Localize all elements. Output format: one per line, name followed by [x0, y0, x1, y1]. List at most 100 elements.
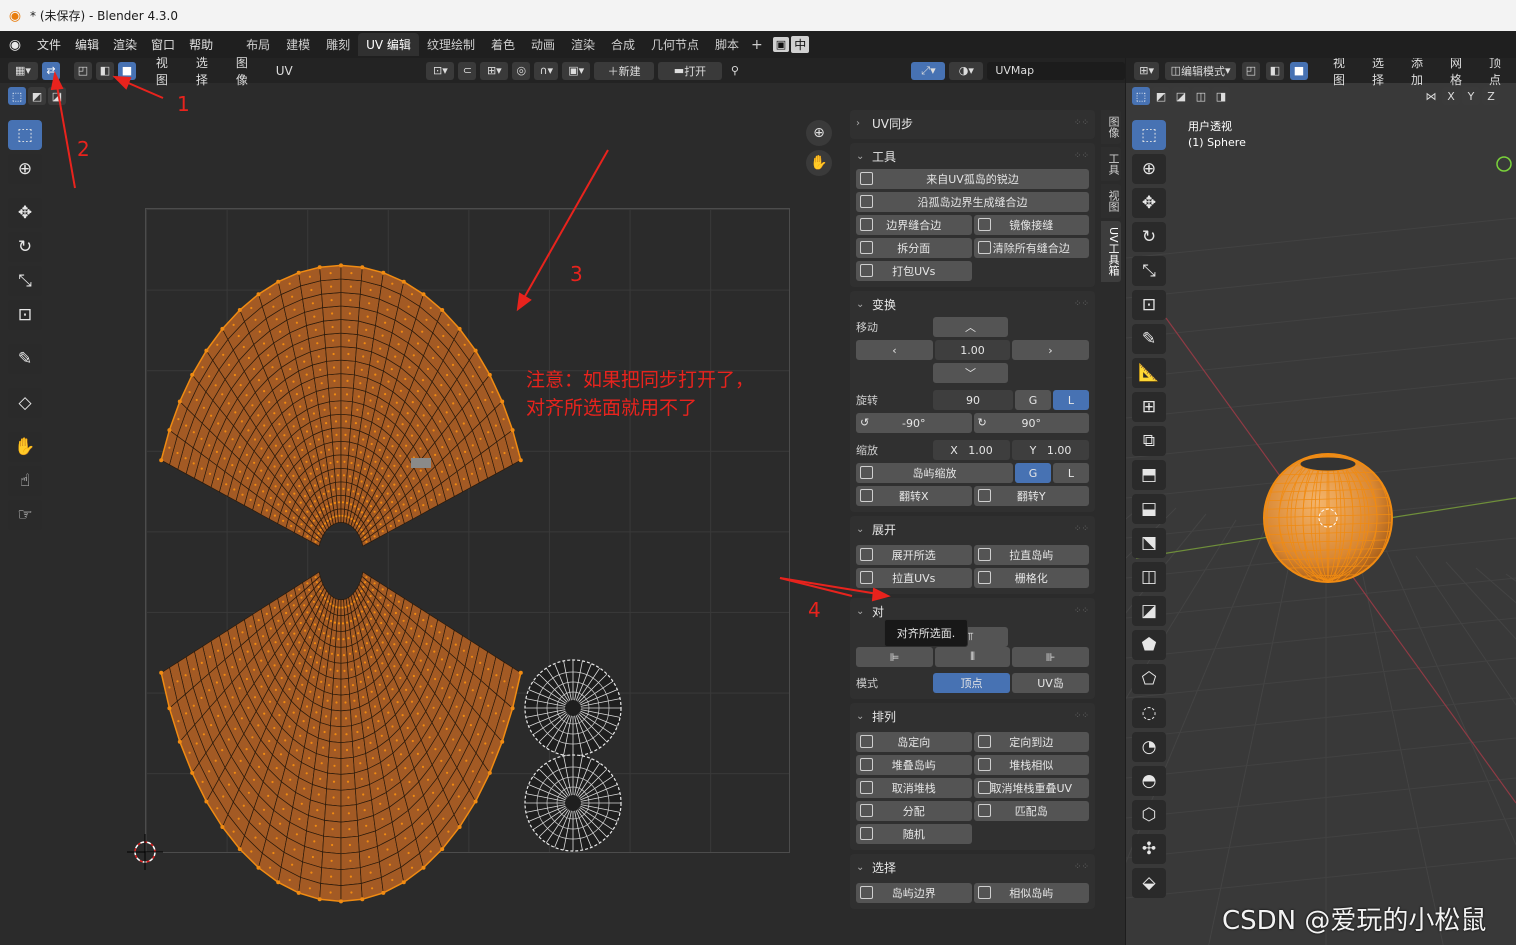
workspace-tab[interactable]: 纹理绘制 [419, 33, 483, 56]
shear-tool-icon[interactable]: ⬡ [1132, 800, 1166, 830]
workspace-tab[interactable]: 几何节点 [643, 33, 707, 56]
menu-item[interactable]: 帮助 [182, 36, 220, 53]
stack-islands-button[interactable]: 堆叠岛屿 [856, 755, 972, 775]
menu-item[interactable]: 编辑 [68, 36, 106, 53]
uv-vertex[interactable] [317, 265, 322, 270]
uv-vertex[interactable] [159, 458, 164, 463]
grip-icon[interactable]: ⁘⁘ [1074, 299, 1089, 309]
menu-item[interactable]: 渲染 [106, 36, 144, 53]
transform-tool-icon[interactable]: ⊡ [1132, 290, 1166, 320]
bevel-tool-icon[interactable]: ⬓ [1132, 494, 1166, 524]
uv-vertex[interactable] [220, 326, 225, 331]
chevron-down-icon[interactable]: ⌄ [856, 606, 866, 617]
grid-button[interactable]: 栅格化 [973, 568, 1089, 588]
move-tool-icon[interactable]: ✥ [1132, 188, 1166, 218]
uv-vertex[interactable] [473, 799, 478, 804]
workspace-tab[interactable]: 雕刻 [318, 33, 358, 56]
align-right-button[interactable]: ⊪ [1012, 647, 1089, 667]
chevron-down-icon[interactable]: ⌄ [856, 299, 866, 310]
select-subtract-icon[interactable]: ◪ [1172, 87, 1190, 105]
edge-mode-icon[interactable]: ◧ [1265, 61, 1284, 80]
uv-vertex[interactable] [220, 825, 225, 829]
uv-vertex[interactable] [339, 899, 343, 904]
uv-vertex[interactable] [256, 865, 261, 870]
boundary-seam-button[interactable]: 边界缝合边 [856, 215, 972, 235]
unwrap-selected-button[interactable]: 展开所选 [856, 545, 972, 565]
select-intersect-icon[interactable]: ◨ [1212, 87, 1230, 105]
grip-icon[interactable]: ⁘⁘ [1074, 606, 1089, 616]
tab-view[interactable]: 视图 [1101, 184, 1121, 218]
move-up-button[interactable]: ︿ [933, 317, 1008, 337]
mirror-x-toggle[interactable]: X [1442, 87, 1460, 105]
uv-vertex[interactable] [276, 880, 281, 885]
uv-vertex[interactable] [440, 308, 445, 312]
match-island-button[interactable]: 匹配岛 [973, 801, 1089, 821]
mirror-z-toggle[interactable]: Z [1482, 87, 1500, 105]
uv-vertex[interactable] [276, 279, 281, 284]
shrink-tool-icon[interactable]: ◓ [1132, 766, 1166, 796]
uv-vertex[interactable] [518, 458, 523, 463]
uv-vertex[interactable] [440, 847, 445, 852]
straighten-islands-button[interactable]: 拉直岛屿 [973, 545, 1089, 565]
tab-image[interactable]: 图像 [1101, 110, 1121, 144]
spin-tool-icon[interactable]: ⬠ [1132, 664, 1166, 694]
workspace-tab[interactable]: 脚本 [707, 33, 747, 56]
add-cube-tool-icon[interactable]: ⊞ [1132, 392, 1166, 422]
select-invert-icon[interactable]: ◫ [1192, 87, 1210, 105]
uv-vertex[interactable] [177, 399, 182, 404]
3d-menu-view[interactable]: 视图 [1327, 58, 1360, 88]
chevron-down-icon[interactable]: ⌄ [856, 711, 866, 722]
3d-menu-add[interactable]: 添加 [1405, 58, 1438, 88]
rotate-l-toggle[interactable]: L [1053, 390, 1089, 410]
grip-icon[interactable]: ⁘⁘ [1074, 151, 1089, 161]
split-faces-button[interactable]: 拆分面 [856, 238, 972, 258]
chevron-right-icon[interactable]: › [856, 118, 866, 129]
blender-menu-icon[interactable]: ◉ [0, 37, 30, 53]
2d-cursor-icon[interactable] [127, 834, 163, 870]
vertex-mode-icon[interactable]: ◰ [1241, 61, 1260, 80]
random-button[interactable]: 随机 [856, 824, 972, 844]
flip-y-button[interactable]: 翻转Y [973, 486, 1089, 506]
uv-vertex[interactable] [256, 292, 261, 297]
uv-vertex[interactable] [401, 279, 406, 284]
knife-tool-icon[interactable]: ◫ [1132, 562, 1166, 592]
uv-vertex[interactable] [421, 865, 426, 870]
3d-menu-vertex[interactable]: 顶点 [1483, 58, 1516, 88]
uv-vertex[interactable] [237, 308, 242, 312]
mirror-seam-button[interactable]: 镜像接缝 [973, 215, 1089, 235]
select-box-tool-icon[interactable]: ⬚ [1132, 120, 1166, 150]
move-left-button[interactable]: ‹ [856, 340, 933, 360]
mode-uv-island-button[interactable]: UV岛 [1012, 673, 1089, 693]
uv-vertex[interactable] [296, 270, 301, 275]
pack-uvs-button[interactable]: 打包UVs [856, 261, 972, 281]
3d-menu-select[interactable]: 选择 [1366, 58, 1399, 88]
uv-vertex[interactable] [177, 739, 182, 744]
workspace-tab[interactable]: 着色 [483, 33, 523, 56]
seams-along-boundary-button[interactable]: 沿孤岛边界生成缝合边 [856, 192, 1089, 212]
cursor-tool-icon[interactable]: ⊕ [1132, 154, 1166, 184]
uv-vertex[interactable] [510, 428, 515, 433]
orient-edge-button[interactable]: 定向到边 [973, 732, 1089, 752]
rotate-plus-button[interactable]: ↻ 90° [973, 413, 1089, 433]
uv-vertex[interactable] [237, 847, 242, 852]
workspace-tab[interactable]: 渲染 [563, 33, 603, 56]
seams-from-islands-button[interactable]: 来自UV孤岛的锐边 [856, 169, 1089, 189]
straighten-uvs-button[interactable]: 拉直UVs [856, 568, 972, 588]
select-extend-icon[interactable]: ◩ [1152, 87, 1170, 105]
gizmo-y-icon[interactable] [1496, 156, 1512, 172]
scale-y-field[interactable]: Y 1.00 [1012, 440, 1089, 460]
uv-vertex[interactable] [457, 825, 462, 829]
uv-vertex[interactable] [360, 265, 365, 270]
move-right-button[interactable]: › [1012, 340, 1089, 360]
uv-vertex[interactable] [190, 372, 195, 377]
rotate-minus-button[interactable]: ↺ -90° [856, 413, 972, 433]
clear-all-seams-button[interactable]: 清除所有缝合边 [973, 238, 1089, 258]
face-mode-icon[interactable]: ■ [1289, 61, 1308, 80]
uv-vertex[interactable] [167, 428, 172, 433]
align-left-button[interactable]: ⊫ [856, 647, 933, 667]
uv-vertex[interactable] [487, 770, 492, 775]
uv-vertex[interactable] [500, 399, 505, 404]
tab-tool[interactable]: 工具 [1101, 147, 1121, 181]
bisect-tool-icon[interactable]: ◪ [1132, 596, 1166, 626]
distribute-button[interactable]: 分配 [856, 801, 972, 821]
